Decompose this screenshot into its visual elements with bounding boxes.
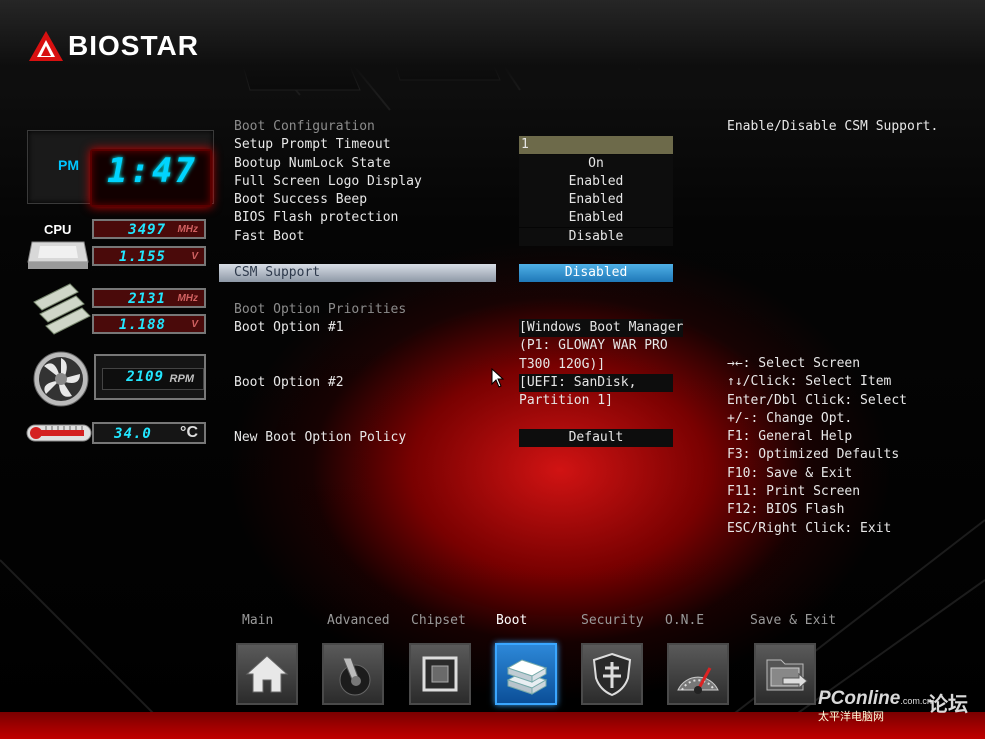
new-boot-option-policy-label[interactable]: New Boot Option Policy	[234, 429, 406, 447]
speedometer-icon	[677, 667, 719, 694]
cpu-label: CPU	[44, 222, 72, 237]
tab-chipset-label[interactable]: Chipset	[411, 612, 466, 630]
brand-logo: BIOSTAR	[28, 30, 199, 62]
folder-exit-icon	[766, 659, 808, 691]
boot-option-2-label[interactable]: Boot Option #2	[234, 374, 344, 392]
key-legend-item: →←: Select Screen	[727, 356, 861, 371]
cpu-voltage-display: 1.155 V	[92, 246, 206, 266]
cpu-icon	[27, 241, 89, 269]
key-legend-item: F12: BIOS Flash	[727, 502, 845, 518]
key-legend-item: F10: Save & Exit	[727, 465, 853, 481]
memory-frequency-display: 2131 MHz	[92, 288, 206, 308]
boot-option-1-label[interactable]: Boot Option #1	[234, 319, 344, 337]
boot-configuration-heading: Boot Configuration	[234, 119, 375, 134]
temperature-display: 34.0 °C	[92, 422, 206, 444]
boot-option-1-line: (P1: GLOWAY WAR PRO	[519, 338, 668, 354]
bios-flash-protection-label[interactable]: BIOS Flash protection	[234, 209, 398, 227]
tab-advanced[interactable]	[322, 643, 384, 705]
boot-success-beep-label[interactable]: Boot Success Beep	[234, 191, 367, 209]
memory-frequency-unit: MHz	[177, 293, 198, 304]
shield-icon	[592, 652, 632, 697]
clock-time: 1:47	[107, 151, 197, 191]
tab-chipset[interactable]	[409, 643, 471, 705]
key-legend-item: Enter/Dbl Click: Select	[727, 392, 908, 408]
setup-prompt-timeout-label[interactable]: Setup Prompt Timeout	[234, 136, 391, 154]
boot-option-2-line: [UEFI: SanDisk,	[519, 374, 673, 393]
new-boot-option-policy-value[interactable]: Default	[519, 429, 673, 447]
bios-flash-protection-value[interactable]: Enabled	[519, 209, 673, 227]
memory-voltage-value: 1.188	[118, 317, 166, 333]
watermark-brand: PConline	[818, 688, 901, 709]
boot-option-1-line: [Windows Boot Manager	[519, 319, 684, 338]
tab-save-exit[interactable]	[754, 643, 816, 705]
tab-main-label[interactable]: Main	[242, 612, 273, 630]
fan-speed-unit: RPM	[169, 373, 194, 385]
fan-speed-display: 2109 RPM	[94, 354, 206, 400]
cpu-voltage-unit: V	[191, 251, 198, 262]
full-screen-logo-value[interactable]: Enabled	[519, 173, 673, 191]
tab-security-label[interactable]: Security	[581, 612, 644, 630]
full-screen-logo-label[interactable]: Full Screen Logo Display	[234, 173, 422, 191]
tab-security[interactable]	[581, 643, 643, 705]
tab-one[interactable]	[667, 643, 729, 705]
boot-option-2-value[interactable]: [UEFI: SanDisk, Partition 1]	[519, 374, 673, 411]
memory-frequency-value: 2131	[128, 291, 166, 307]
key-legend-item: +/-: Change Opt.	[727, 410, 853, 426]
fast-boot-label[interactable]: Fast Boot	[234, 228, 304, 246]
watermark-subtitle: 太平洋电脑网	[818, 711, 884, 723]
thermometer-icon	[26, 424, 92, 442]
chip-icon	[422, 656, 458, 692]
fan-icon	[33, 351, 89, 407]
memory-voltage-unit: V	[191, 319, 198, 330]
key-legend-item: F3: Optimized Defaults	[727, 447, 900, 463]
cpu-frequency-unit: MHz	[177, 224, 198, 235]
fast-boot-value[interactable]: Disable	[519, 227, 673, 246]
tab-boot-label[interactable]: Boot	[496, 612, 527, 630]
boot-option-1-line: T300 120G)]	[519, 356, 606, 372]
temperature-value: 34.0	[114, 426, 152, 442]
joystick-icon	[339, 657, 371, 696]
watermark-forum: 论坛	[928, 694, 968, 716]
tab-main[interactable]	[236, 643, 298, 705]
temperature-unit: °C	[180, 424, 198, 441]
key-legend-item: ESC/Right Click: Exit	[727, 520, 892, 536]
key-legend-item: F11: Print Screen	[727, 484, 861, 500]
memory-voltage-display: 1.188 V	[92, 314, 206, 334]
mouse-cursor-icon	[491, 368, 505, 388]
watermark: PConline.com.cn 太平洋电脑网 论坛	[818, 688, 968, 723]
tab-boot[interactable]	[495, 643, 557, 705]
tab-one-label[interactable]: O.N.E	[665, 612, 704, 630]
csm-support-label: CSM Support	[234, 265, 321, 280]
cpu-frequency-value: 3497	[128, 222, 166, 238]
brand-name: BIOSTAR	[68, 30, 199, 61]
tab-advanced-label[interactable]: Advanced	[327, 612, 390, 630]
boot-option-1-value[interactable]: [Windows Boot Manager (P1: GLOWAY WAR PR…	[519, 319, 684, 374]
boot-success-beep-value[interactable]: Enabled	[519, 191, 673, 209]
key-legend: →←: Select Screen ↑↓/Click: Select Item …	[727, 355, 907, 538]
csm-support-row[interactable]: CSM Support	[219, 264, 496, 282]
boot-option-2-line: Partition 1]	[519, 393, 613, 409]
fan-speed-value: 2109	[126, 369, 164, 385]
csm-support-value[interactable]: Disabled	[519, 264, 673, 282]
setup-prompt-timeout-field[interactable]: 1	[519, 136, 673, 154]
key-legend-item: F1: General Help	[727, 429, 853, 445]
tab-save-exit-label[interactable]: Save & Exit	[750, 612, 836, 630]
key-legend-item: ↑↓/Click: Select Item	[727, 374, 892, 390]
numlock-state-value[interactable]: On	[519, 154, 673, 173]
cpu-frequency-display: 3497 MHz	[92, 219, 206, 239]
home-icon	[245, 655, 289, 693]
boot-option-priorities-heading: Boot Option Priorities	[234, 301, 407, 317]
numlock-state-label[interactable]: Bootup NumLock State	[234, 155, 391, 173]
biostar-logo-icon	[29, 31, 63, 61]
cpu-voltage-value: 1.155	[118, 249, 166, 265]
clock-display: PM 1:47	[27, 130, 214, 207]
clock-ampm: PM	[58, 157, 79, 173]
boot-drive-icon	[506, 659, 548, 695]
memory-icon	[33, 283, 91, 335]
help-description: Enable/Disable CSM Support.	[727, 119, 939, 134]
